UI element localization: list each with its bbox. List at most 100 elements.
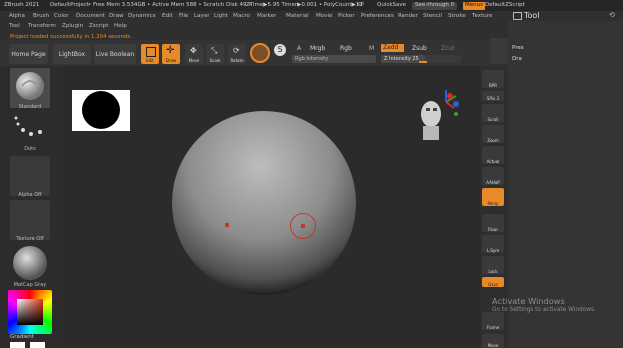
gradient-label: Gradient <box>10 334 34 340</box>
rgb-intensity-slider[interactable]: Rgb Intensity <box>292 55 376 63</box>
alpha-preview-circle <box>82 91 120 129</box>
z-intensity-marker <box>419 61 427 63</box>
local-symmetry-button[interactable]: L.Sym <box>482 235 504 253</box>
m-toggle[interactable]: M <box>369 46 374 52</box>
menu-macro[interactable]: Macro <box>233 13 250 20</box>
move-view-button[interactable]: Move <box>482 334 504 348</box>
a-toggle[interactable]: A <box>297 46 301 52</box>
menu-stroke[interactable]: Stroke <box>448 13 466 20</box>
frame-button[interactable]: Frame <box>482 312 504 330</box>
menu-material[interactable]: Material <box>286 13 309 20</box>
title-bar: ZBrush 2021 DefaultProject • Free Mem 3.… <box>0 0 623 11</box>
activate-windows-subtitle: Go to Settings to activate Windows. <box>492 307 596 313</box>
persp-button[interactable]: Persp <box>482 188 504 206</box>
material-swatch[interactable] <box>250 43 270 63</box>
material-thumbnail[interactable] <box>10 243 50 283</box>
floor-button[interactable]: Floor <box>482 214 504 232</box>
menu-movie[interactable]: Movie <box>316 13 333 20</box>
copy-icon[interactable] <box>513 12 522 20</box>
move-button[interactable]: ✥ Move <box>185 44 203 64</box>
tool-panel-collapse[interactable] <box>490 38 508 64</box>
zadd-toggle[interactable]: Zadd <box>381 44 404 52</box>
menu-edit[interactable]: Edit <box>162 13 173 20</box>
color-picker[interactable] <box>8 290 52 334</box>
menu-zplugin[interactable]: Zplugin <box>62 23 83 30</box>
activate-windows-title: Activate Windows <box>492 296 565 306</box>
secondary-color-swatch[interactable] <box>30 342 45 348</box>
zcut-toggle[interactable]: Zcut <box>441 46 455 52</box>
home-page-button[interactable]: Home Page <box>9 44 48 64</box>
menu-transform[interactable]: Transform <box>28 23 56 30</box>
menu-render[interactable]: Render <box>398 13 418 20</box>
matcap-gray-icon <box>13 246 47 280</box>
rgb-toggle[interactable]: Rgb <box>340 46 352 52</box>
menu-alpha[interactable]: Alpha <box>9 13 25 20</box>
live-boolean-button[interactable]: Live Boolean <box>94 44 136 64</box>
menu-picker[interactable]: Picker <box>338 13 355 20</box>
app-name: ZBrush 2021 <box>4 2 40 8</box>
menu-zscript[interactable]: Zscript <box>89 23 108 30</box>
texture-label: Texture Off <box>16 236 44 242</box>
see-through-slider[interactable]: See-through 0 <box>412 2 458 10</box>
material-label: MatCap Gray <box>13 282 47 288</box>
lightbox-button[interactable]: LightBox <box>53 44 91 64</box>
texture-thumbnail[interactable] <box>10 200 50 240</box>
qxyz-button[interactable]: Qxyz <box>482 277 504 287</box>
menu-stencil[interactable]: Stencil <box>423 13 442 20</box>
sculptris-icon[interactable]: S <box>274 44 286 56</box>
scroll-button[interactable]: Scroll <box>482 104 504 122</box>
draw-button[interactable]: ✛ Draw <box>162 44 180 64</box>
ztime-status: ZTime▶5.95 Timer▶0.001 • PolyCount▶11 <box>246 2 363 8</box>
edit-button[interactable]: Edit <box>141 44 159 64</box>
bpr-button[interactable]: BPR <box>482 70 504 88</box>
menu-tool[interactable]: Tool <box>9 23 20 30</box>
brush-label: Standard <box>18 104 42 110</box>
menu-marker[interactable]: Marker <box>257 13 276 20</box>
zoom-button[interactable]: Zoom <box>482 125 504 143</box>
alpha-preview <box>72 90 130 131</box>
brush-cursor-center <box>301 224 305 228</box>
actual-button[interactable]: Actual <box>482 146 504 164</box>
dots-stroke-icon <box>14 116 42 136</box>
tool-panel-row2[interactable]: Dra <box>512 56 522 63</box>
brush-cursor <box>290 213 316 239</box>
kp-label: KP <box>357 2 364 8</box>
restore-icon[interactable]: ⟲ <box>609 12 615 19</box>
rotate-button[interactable]: ⟳ Rotate <box>228 44 246 64</box>
menu-layer[interactable]: Layer <box>194 13 210 20</box>
alpha-label: Alpha Off <box>18 192 42 198</box>
menu-light[interactable]: Light <box>214 13 228 20</box>
main-menu: Alpha Brush Color Document Draw Dynamics… <box>0 11 492 33</box>
zsub-toggle[interactable]: Zsub <box>412 46 427 52</box>
menu-draw[interactable]: Draw <box>109 13 124 20</box>
navigation-head-gizmo[interactable] <box>414 86 464 146</box>
alpha-thumbnail[interactable] <box>10 156 50 196</box>
quicksave-button[interactable]: QuickSave <box>377 2 406 9</box>
standard-brush-icon <box>16 72 44 100</box>
default-zscript-button[interactable]: DefaultZScript <box>485 2 525 9</box>
main-color-swatch[interactable] <box>10 342 25 348</box>
brush-thumbnail[interactable] <box>10 68 50 108</box>
brush-point-marker <box>225 223 229 227</box>
menu-document[interactable]: Document <box>76 13 105 20</box>
menus-button[interactable]: Menus <box>463 2 485 10</box>
tool-panel-title: Tool <box>524 11 540 20</box>
tool-panel-row1[interactable]: Pres <box>512 45 524 52</box>
menu-color[interactable]: Color <box>54 13 69 20</box>
sphere-mesh[interactable] <box>168 110 360 300</box>
menu-dynamics[interactable]: Dynamics <box>128 13 156 20</box>
menu-brush[interactable]: Brush <box>33 13 49 20</box>
menu-preferences[interactable]: Preferences <box>361 13 394 20</box>
aahalf-button[interactable]: AAHalf <box>482 167 504 185</box>
move-icon: ✥ <box>190 46 197 55</box>
edit-icon <box>146 47 156 57</box>
canvas-viewport[interactable] <box>60 66 480 348</box>
spix-slider[interactable]: SPix 3 <box>482 91 504 101</box>
scale-icon: ⤡ <box>211 46 218 55</box>
scale-button[interactable]: ⤡ Scale <box>206 44 224 64</box>
menu-file[interactable]: File <box>179 13 188 20</box>
menu-help[interactable]: Help <box>114 23 127 30</box>
mrgb-toggle[interactable]: Mrgb <box>310 46 325 52</box>
project-name[interactable]: DefaultProject <box>50 2 89 9</box>
lock-button[interactable]: Lock <box>482 256 504 274</box>
